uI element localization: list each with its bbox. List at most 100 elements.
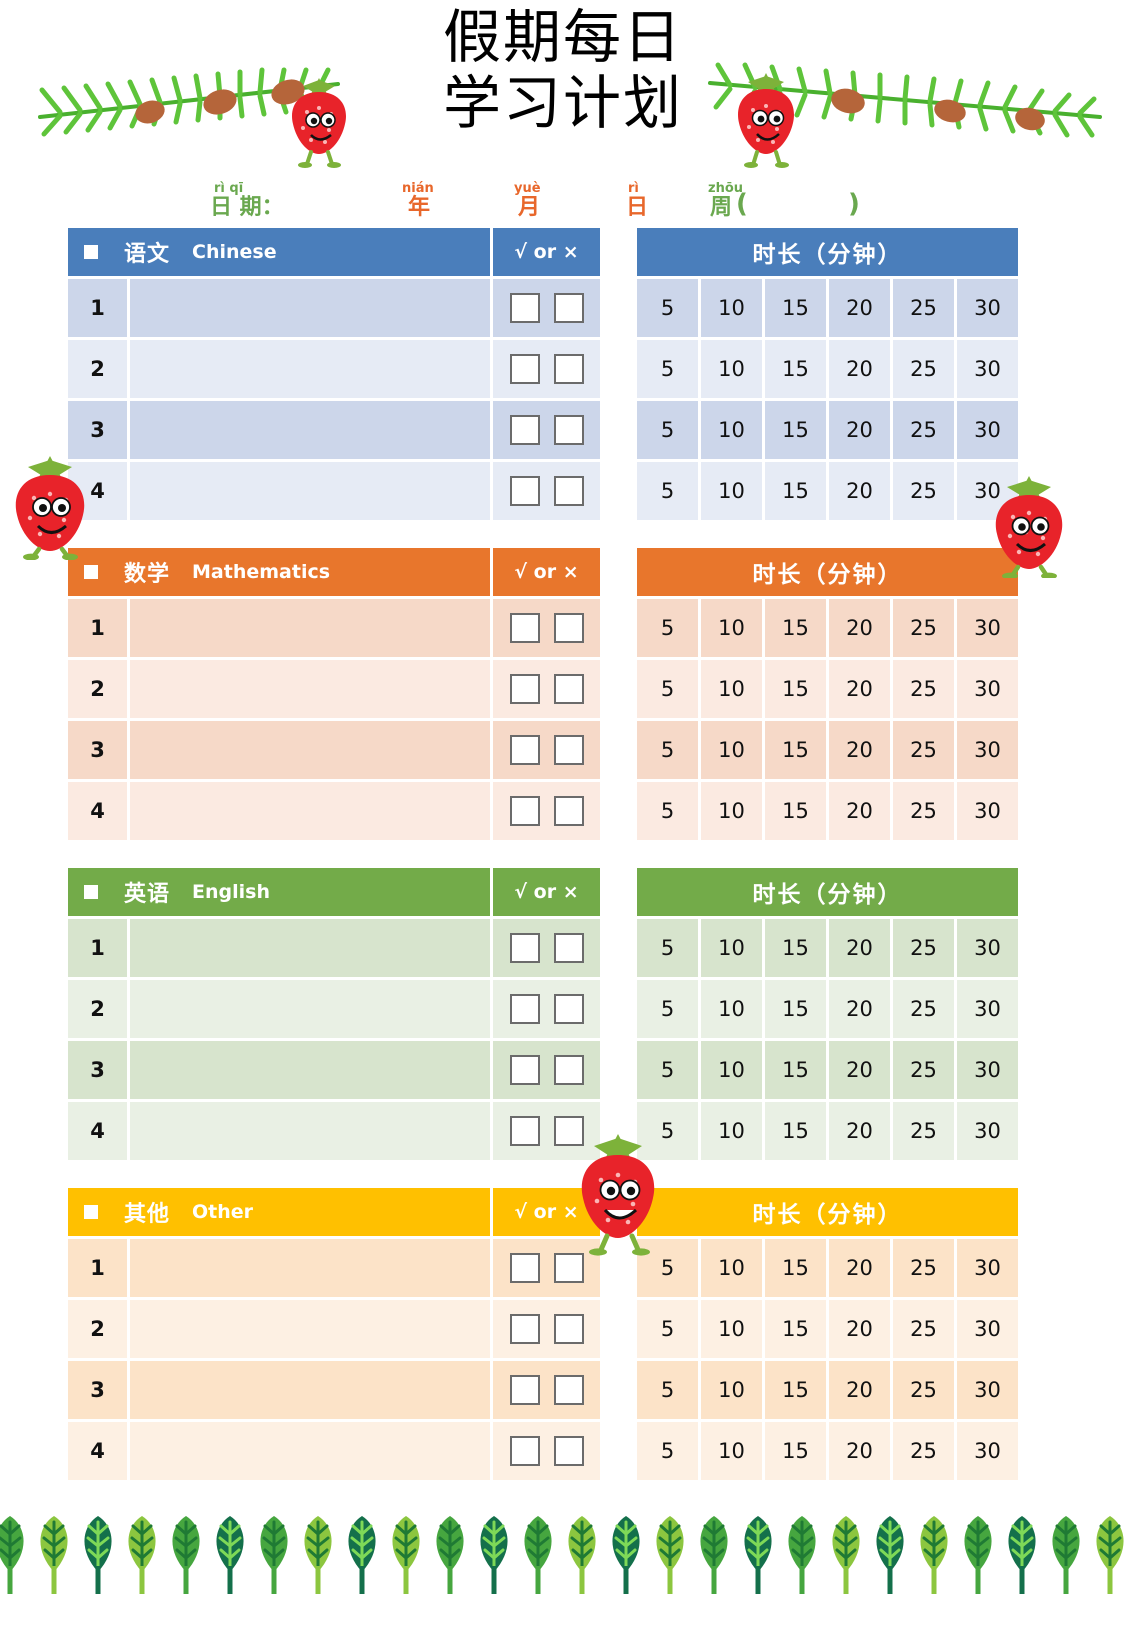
minute-cell[interactable]: 10 xyxy=(701,1239,765,1297)
minute-cell[interactable]: 25 xyxy=(893,279,957,337)
checkbox-tick[interactable] xyxy=(509,1116,540,1146)
task-input-cell[interactable] xyxy=(130,401,493,459)
minute-cell[interactable]: 20 xyxy=(829,462,893,520)
minute-cell[interactable]: 10 xyxy=(701,279,765,337)
checkbox-tick[interactable] xyxy=(509,1314,540,1344)
minute-cell[interactable]: 5 xyxy=(637,980,701,1038)
minute-cell[interactable]: 15 xyxy=(765,1361,829,1419)
checkbox-tick[interactable] xyxy=(509,796,540,826)
task-input-cell[interactable] xyxy=(130,782,493,840)
checkbox-cross[interactable] xyxy=(553,1055,584,1085)
checkbox-cross[interactable] xyxy=(553,293,584,323)
minute-cell[interactable]: 5 xyxy=(637,401,701,459)
minute-cell[interactable]: 20 xyxy=(829,1361,893,1419)
minute-cell[interactable]: 15 xyxy=(765,1041,829,1099)
checkbox-cross[interactable] xyxy=(553,1253,584,1283)
minute-cell[interactable]: 10 xyxy=(701,599,765,657)
checkbox-tick[interactable] xyxy=(509,1253,540,1283)
checkbox-cross[interactable] xyxy=(553,1314,584,1344)
minute-cell[interactable]: 30 xyxy=(957,599,1018,657)
checkbox-cross[interactable] xyxy=(553,796,584,826)
minute-cell[interactable]: 10 xyxy=(701,1422,765,1480)
task-input-cell[interactable] xyxy=(130,1300,493,1358)
checkbox-tick[interactable] xyxy=(509,1375,540,1405)
minute-cell[interactable]: 20 xyxy=(829,1422,893,1480)
minute-cell[interactable]: 25 xyxy=(893,660,957,718)
task-input-cell[interactable] xyxy=(130,340,493,398)
checkbox-cross[interactable] xyxy=(553,994,584,1024)
checkbox-cross[interactable] xyxy=(553,354,584,384)
minute-cell[interactable]: 25 xyxy=(893,1041,957,1099)
minute-cell[interactable]: 5 xyxy=(637,1361,701,1419)
minute-cell[interactable]: 30 xyxy=(957,1422,1018,1480)
checkbox-tick[interactable] xyxy=(509,1436,540,1466)
task-input-cell[interactable] xyxy=(130,980,493,1038)
minute-cell[interactable]: 20 xyxy=(829,1239,893,1297)
minute-cell[interactable]: 5 xyxy=(637,599,701,657)
minute-cell[interactable]: 20 xyxy=(829,660,893,718)
minute-cell[interactable]: 30 xyxy=(957,1300,1018,1358)
checkbox-cross[interactable] xyxy=(553,933,584,963)
minute-cell[interactable]: 10 xyxy=(701,660,765,718)
minute-cell[interactable]: 25 xyxy=(893,1239,957,1297)
minute-cell[interactable]: 15 xyxy=(765,401,829,459)
task-input-cell[interactable] xyxy=(130,721,493,779)
task-input-cell[interactable] xyxy=(130,1361,493,1419)
checkbox-cross[interactable] xyxy=(553,674,584,704)
task-input-cell[interactable] xyxy=(130,1102,493,1160)
task-input-cell[interactable] xyxy=(130,599,493,657)
minute-cell[interactable]: 5 xyxy=(637,340,701,398)
minute-cell[interactable]: 10 xyxy=(701,1041,765,1099)
task-input-cell[interactable] xyxy=(130,1041,493,1099)
task-input-cell[interactable] xyxy=(130,1239,493,1297)
minute-cell[interactable]: 10 xyxy=(701,1361,765,1419)
checkbox-tick[interactable] xyxy=(509,933,540,963)
minute-cell[interactable]: 25 xyxy=(893,340,957,398)
minute-cell[interactable]: 15 xyxy=(765,660,829,718)
minute-cell[interactable]: 30 xyxy=(957,401,1018,459)
minute-cell[interactable]: 5 xyxy=(637,279,701,337)
checkbox-tick[interactable] xyxy=(509,613,540,643)
checkbox-tick[interactable] xyxy=(509,415,540,445)
minute-cell[interactable]: 10 xyxy=(701,721,765,779)
task-input-cell[interactable] xyxy=(130,462,493,520)
checkbox-cross[interactable] xyxy=(553,735,584,765)
minute-cell[interactable]: 10 xyxy=(701,340,765,398)
minute-cell[interactable]: 20 xyxy=(829,1041,893,1099)
minute-cell[interactable]: 25 xyxy=(893,401,957,459)
minute-cell[interactable]: 20 xyxy=(829,599,893,657)
checkbox-tick[interactable] xyxy=(509,735,540,765)
minute-cell[interactable]: 15 xyxy=(765,599,829,657)
minute-cell[interactable]: 25 xyxy=(893,1102,957,1160)
minute-cell[interactable]: 15 xyxy=(765,782,829,840)
minute-cell[interactable]: 10 xyxy=(701,919,765,977)
minute-cell[interactable]: 20 xyxy=(829,1102,893,1160)
checkbox-tick[interactable] xyxy=(509,1055,540,1085)
minute-cell[interactable]: 30 xyxy=(957,1041,1018,1099)
minute-cell[interactable]: 25 xyxy=(893,1361,957,1419)
minute-cell[interactable]: 20 xyxy=(829,1300,893,1358)
minute-cell[interactable]: 25 xyxy=(893,721,957,779)
minute-cell[interactable]: 25 xyxy=(893,1422,957,1480)
minute-cell[interactable]: 15 xyxy=(765,1422,829,1480)
minute-cell[interactable]: 25 xyxy=(893,782,957,840)
checkbox-tick[interactable] xyxy=(509,994,540,1024)
minute-cell[interactable]: 25 xyxy=(893,462,957,520)
minute-cell[interactable]: 15 xyxy=(765,1102,829,1160)
minute-cell[interactable]: 5 xyxy=(637,1422,701,1480)
minute-cell[interactable]: 5 xyxy=(637,721,701,779)
checkbox-cross[interactable] xyxy=(553,1375,584,1405)
checkbox-tick[interactable] xyxy=(509,293,540,323)
minute-cell[interactable]: 15 xyxy=(765,1300,829,1358)
minute-cell[interactable]: 15 xyxy=(765,279,829,337)
minute-cell[interactable]: 20 xyxy=(829,980,893,1038)
minute-cell[interactable]: 20 xyxy=(829,279,893,337)
checkbox-cross[interactable] xyxy=(553,476,584,506)
minute-cell[interactable]: 5 xyxy=(637,782,701,840)
checkbox-cross[interactable] xyxy=(553,613,584,643)
minute-cell[interactable]: 15 xyxy=(765,462,829,520)
minute-cell[interactable]: 30 xyxy=(957,1239,1018,1297)
checkbox-cross[interactable] xyxy=(553,1436,584,1466)
minute-cell[interactable]: 25 xyxy=(893,599,957,657)
minute-cell[interactable]: 10 xyxy=(701,980,765,1038)
